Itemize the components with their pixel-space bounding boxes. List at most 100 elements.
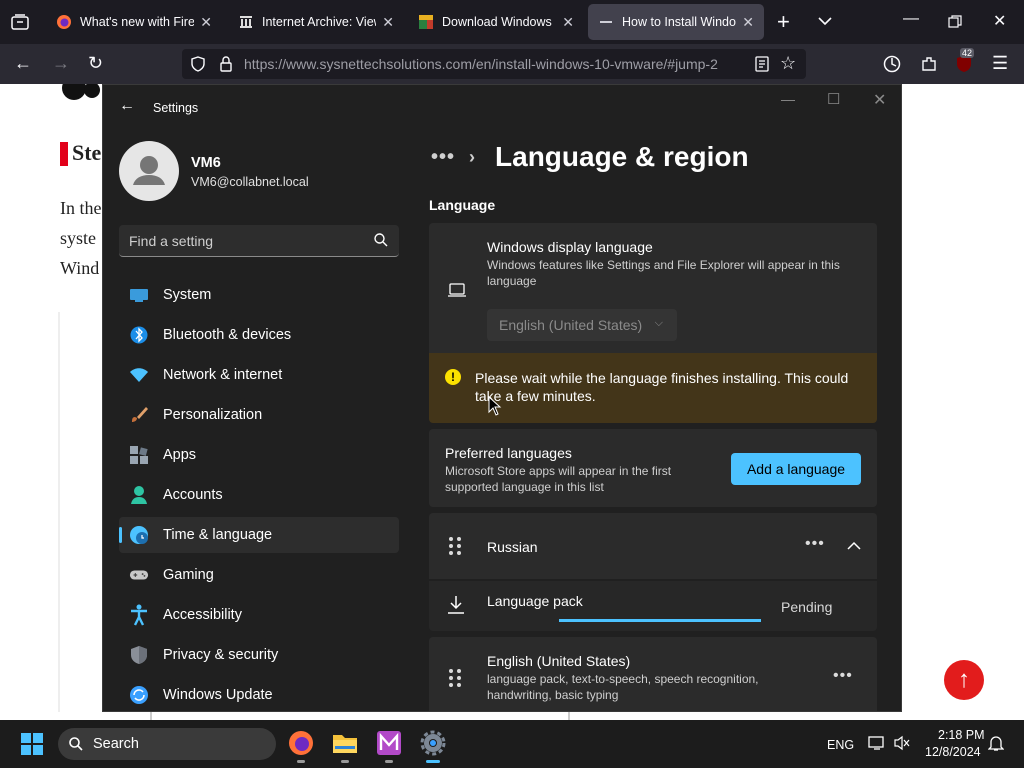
taskbar-app-file-explorer[interactable] xyxy=(332,730,358,763)
nav-item-privacy[interactable]: Privacy & security xyxy=(119,637,399,673)
minimize-icon[interactable]: — xyxy=(903,10,919,28)
language-name: English (United States) xyxy=(487,653,631,669)
chevron-up-icon[interactable] xyxy=(847,541,861,551)
update-icon xyxy=(129,685,149,705)
user-email: VM6@collabnet.local xyxy=(191,175,309,189)
nav-item-personalization[interactable]: Personalization xyxy=(119,397,399,433)
more-options-icon[interactable]: ••• xyxy=(833,667,853,685)
breadcrumb-overflow[interactable]: ••• xyxy=(431,146,455,169)
accessibility-icon xyxy=(129,604,149,626)
clock-globe-icon xyxy=(129,525,149,545)
bookmark-star-icon[interactable]: ☆ xyxy=(780,53,796,74)
display-language-description: Windows features like Settings and File … xyxy=(487,258,840,288)
settings-nav: System Bluetooth & devices Network & int… xyxy=(119,277,399,711)
running-indicator xyxy=(426,760,440,763)
volume-muted-icon[interactable] xyxy=(894,735,910,751)
clock-date[interactable]: 12/8/2024 xyxy=(925,745,981,759)
nav-item-network[interactable]: Network & internet xyxy=(119,357,399,393)
nav-label: Accessibility xyxy=(163,607,242,623)
nav-item-accounts[interactable]: Accounts xyxy=(119,477,399,513)
close-icon[interactable]: ✕ xyxy=(562,14,574,31)
extension-badge: 42 xyxy=(960,48,975,58)
nav-item-windows-update[interactable]: Windows Update xyxy=(119,677,399,711)
nav-label: Gaming xyxy=(163,567,214,583)
browser-tab-active[interactable]: How to Install Window ✕ xyxy=(588,4,764,40)
language-features: language pack, text-to-speech, speech re… xyxy=(487,672,759,702)
reader-view-icon[interactable] xyxy=(755,56,769,72)
running-indicator xyxy=(341,760,349,763)
lock-icon[interactable] xyxy=(219,56,233,72)
taskbar-search[interactable]: Search xyxy=(58,728,276,760)
warning-icon: ! xyxy=(445,369,461,385)
chevron-down-icon[interactable] xyxy=(818,16,832,26)
user-name: VM6 xyxy=(191,155,221,171)
nav-item-apps[interactable]: Apps xyxy=(119,437,399,473)
browser-nav-bar: ← → ↻ https://www.sysnettechsolutions.co… xyxy=(0,44,1024,84)
restore-icon[interactable] xyxy=(948,15,962,29)
avatar[interactable] xyxy=(119,141,179,201)
clock-time[interactable]: 2:18 PM xyxy=(938,728,985,742)
folder-icon xyxy=(333,735,357,753)
extensions-icon[interactable] xyxy=(920,55,938,73)
scroll-to-top-button[interactable]: ↑ xyxy=(944,660,984,700)
nav-item-accessibility[interactable]: Accessibility xyxy=(119,597,399,633)
search-icon xyxy=(69,737,83,751)
windows-start-icon[interactable] xyxy=(20,732,44,756)
add-language-button[interactable]: Add a language xyxy=(731,453,861,485)
new-tab-icon[interactable]: + xyxy=(777,9,790,35)
all-tabs-icon[interactable] xyxy=(11,14,29,30)
url-bar[interactable]: https://www.sysnettechsolutions.com/en/i… xyxy=(182,49,806,79)
taskbar-app-editor[interactable] xyxy=(376,730,402,763)
taskbar-app-firefox[interactable] xyxy=(288,730,314,763)
browser-tab[interactable]: Download Windows 10 ✕ xyxy=(408,4,584,40)
taskbar: Search ENG 2:18 PM 12/8/2024 xyxy=(0,720,1024,768)
nav-item-bluetooth[interactable]: Bluetooth & devices xyxy=(119,317,399,353)
maximize-icon[interactable]: ☐ xyxy=(827,90,840,108)
browser-tab[interactable]: Internet Archive: View / ✕ xyxy=(228,4,404,40)
download-icon xyxy=(448,596,464,614)
close-icon[interactable]: ✕ xyxy=(873,90,886,110)
page-heading: Ste xyxy=(72,140,102,165)
display-language-title: Windows display language xyxy=(487,239,653,255)
display-language-dropdown[interactable]: English (United States) ⌵ xyxy=(487,309,677,341)
back-arrow-icon[interactable]: ← xyxy=(119,97,135,115)
mouse-cursor-icon xyxy=(488,396,502,416)
arrow-up-icon: ↑ xyxy=(958,666,970,693)
close-icon[interactable]: ✕ xyxy=(742,14,754,31)
drag-handle-icon[interactable] xyxy=(449,669,465,689)
taskbar-app-settings[interactable] xyxy=(420,730,446,763)
reload-icon[interactable]: ↻ xyxy=(88,54,103,72)
search-icon[interactable] xyxy=(373,232,389,248)
menu-icon[interactable]: ☰ xyxy=(992,54,1008,72)
settings-search[interactable] xyxy=(119,225,399,257)
browser-tab[interactable]: What's new with Firefo ✕ xyxy=(46,4,222,40)
progress-fill xyxy=(559,619,761,622)
window-title: Settings xyxy=(153,101,199,115)
url-text[interactable]: https://www.sysnettechsolutions.com/en/i… xyxy=(244,56,724,72)
nav-label: Privacy & security xyxy=(163,647,279,663)
more-options-icon[interactable]: ••• xyxy=(805,535,825,553)
preferred-languages-description: Microsoft Store apps will appear in the … xyxy=(445,464,672,494)
language-row[interactable]: Russian ••• xyxy=(429,513,877,579)
shield-icon[interactable] xyxy=(190,56,206,72)
sync-icon[interactable] xyxy=(883,55,901,73)
ublock-extension-icon[interactable]: 42 xyxy=(955,48,975,74)
network-icon[interactable] xyxy=(868,735,886,751)
close-window-icon[interactable]: ✕ xyxy=(993,11,1006,31)
search-input[interactable] xyxy=(129,231,359,251)
nav-item-time-language[interactable]: Time & language xyxy=(119,517,399,553)
back-icon[interactable]: ← xyxy=(14,54,32,72)
nav-item-system[interactable]: System xyxy=(119,277,399,313)
system-icon xyxy=(129,285,149,305)
drag-handle-icon[interactable] xyxy=(449,537,465,557)
forward-icon[interactable]: → xyxy=(52,54,70,72)
close-icon[interactable]: ✕ xyxy=(382,14,394,31)
notification-bell-icon[interactable] xyxy=(988,734,1004,752)
language-name: Russian xyxy=(487,539,538,555)
close-icon[interactable]: ✕ xyxy=(200,14,212,31)
minimize-icon[interactable]: — xyxy=(781,91,795,107)
input-language[interactable]: ENG xyxy=(827,738,854,752)
nav-item-gaming[interactable]: Gaming xyxy=(119,557,399,593)
accounts-icon xyxy=(129,485,149,505)
language-row[interactable]: English (United States) language pack, t… xyxy=(429,637,877,711)
